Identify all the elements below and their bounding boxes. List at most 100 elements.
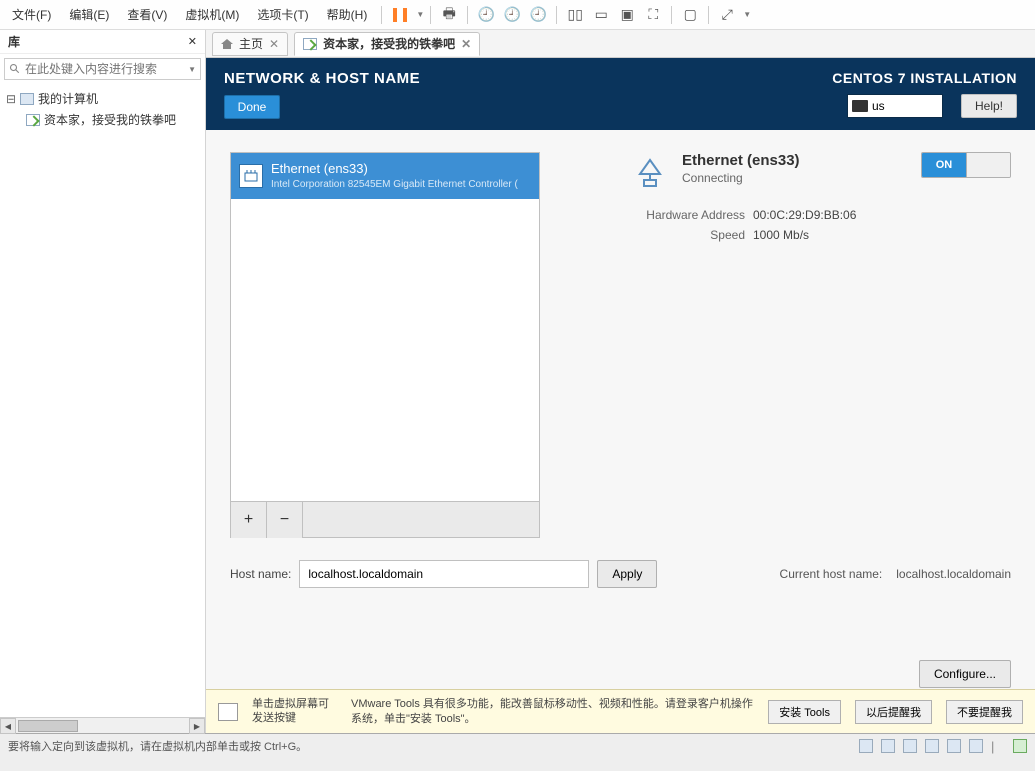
screen-icon bbox=[218, 703, 238, 721]
layout3-icon[interactable]: ▣ bbox=[617, 5, 637, 25]
home-icon bbox=[221, 39, 233, 49]
menu-edit[interactable]: 编辑(E) bbox=[61, 3, 117, 26]
tree-item-label: 资本家，接受我的铁拳吧 bbox=[44, 111, 176, 128]
install-tools-button[interactable]: 安装 Tools bbox=[768, 700, 841, 724]
keyboard-label: us bbox=[872, 99, 885, 113]
tree-item[interactable]: 资本家，接受我的铁拳吧 bbox=[2, 109, 203, 130]
network-list-container: Ethernet (ens33) Intel Corporation 82545… bbox=[230, 152, 540, 538]
clock-icon[interactable]: 🕘 bbox=[476, 5, 496, 25]
apply-button[interactable]: Apply bbox=[597, 560, 657, 588]
separator bbox=[556, 6, 557, 24]
collapse-icon[interactable]: ⊟ bbox=[6, 92, 16, 106]
hostname-label: Host name: bbox=[230, 567, 291, 581]
layout1-icon[interactable]: ▯▯ bbox=[565, 5, 585, 25]
caret-down-icon[interactable]: ▼ bbox=[188, 65, 196, 74]
menu-tabs[interactable]: 选项卡(T) bbox=[249, 3, 316, 26]
fullscreen-icon[interactable]: ⤢ bbox=[717, 5, 737, 25]
network-item-sub: Intel Corporation 82545EM Gigabit Ethern… bbox=[271, 178, 518, 191]
done-button[interactable]: Done bbox=[224, 95, 280, 119]
library-header: 库 ✕ bbox=[0, 30, 205, 54]
tab-home-label: 主页 bbox=[239, 35, 263, 52]
status-message: 要将输入定向到该虚拟机，请在虚拟机内部单击或按 Ctrl+G。 bbox=[8, 738, 307, 754]
scroll-left[interactable]: ◀ bbox=[0, 718, 16, 734]
clock-icon[interactable]: 🕘 bbox=[502, 5, 522, 25]
network-toggle[interactable]: ON bbox=[921, 152, 1011, 178]
scrollbar[interactable]: ◀ ▶ bbox=[0, 717, 205, 733]
scroll-thumb[interactable] bbox=[18, 720, 78, 732]
library-search[interactable]: ▼ bbox=[4, 58, 201, 80]
ethernet-icon bbox=[630, 152, 670, 192]
device-icon[interactable] bbox=[947, 739, 961, 753]
layout4-icon[interactable]: ⛶ bbox=[643, 5, 663, 25]
close-icon[interactable]: ✕ bbox=[188, 35, 197, 48]
help-button[interactable]: Help! bbox=[961, 94, 1017, 118]
hwaddr-value: 00:0C:29:D9:BB:06 bbox=[753, 208, 1011, 222]
menu-view[interactable]: 查看(V) bbox=[119, 3, 175, 26]
snapshot-icon[interactable]: 🖶 bbox=[439, 5, 459, 25]
scroll-right[interactable]: ▶ bbox=[189, 718, 205, 734]
content-area: 主页 ✕ 资本家，接受我的铁拳吧 ✕ NETWORK & HOST NAME D… bbox=[206, 30, 1035, 733]
keyboard-layout[interactable]: us bbox=[847, 94, 943, 118]
tools-desc: VMware Tools 具有很多功能，能改善鼠标移动性、视频和性能。请登录客户… bbox=[351, 697, 754, 727]
hwaddr-label: Hardware Address bbox=[630, 208, 745, 222]
pause-button[interactable] bbox=[390, 5, 410, 25]
separator bbox=[708, 6, 709, 24]
menu-vm[interactable]: 虚拟机(M) bbox=[177, 3, 247, 26]
hostname-input[interactable] bbox=[299, 560, 589, 588]
tab-strip: 主页 ✕ 资本家，接受我的铁拳吧 ✕ bbox=[206, 30, 1035, 58]
tab-vm[interactable]: 资本家，接受我的铁拳吧 ✕ bbox=[294, 32, 480, 56]
tab-home[interactable]: 主页 ✕ bbox=[212, 32, 288, 56]
installer-body: Ethernet (ens33) Intel Corporation 82545… bbox=[206, 130, 1035, 689]
device-icon[interactable] bbox=[881, 739, 895, 753]
toggle-knob bbox=[966, 153, 1010, 177]
current-hostname-label: Current host name: bbox=[780, 567, 883, 581]
menu-bar: 文件(F) 编辑(E) 查看(V) 虚拟机(M) 选项卡(T) 帮助(H) ▼ … bbox=[0, 0, 1035, 30]
device-icon[interactable] bbox=[859, 739, 873, 753]
vmware-tools-bar: 单击虚拟屏幕可发送按键 VMware Tools 具有很多功能，能改善鼠标移动性… bbox=[206, 689, 1035, 733]
page-title: NETWORK & HOST NAME bbox=[224, 70, 420, 87]
device-icon[interactable] bbox=[903, 739, 917, 753]
caret-down-icon[interactable]: ▼ bbox=[416, 10, 424, 19]
device-icon[interactable] bbox=[1013, 739, 1027, 753]
separator bbox=[381, 6, 382, 24]
speed-value: 1000 Mb/s bbox=[753, 228, 1011, 242]
detail-title: Ethernet (ens33) bbox=[682, 152, 800, 169]
search-input[interactable] bbox=[25, 62, 182, 76]
tree-root[interactable]: ⊟ 我的计算机 bbox=[2, 88, 203, 109]
centos-label: CENTOS 7 INSTALLATION bbox=[832, 70, 1017, 86]
never-remind-button[interactable]: 不要提醒我 bbox=[946, 700, 1023, 724]
close-icon[interactable]: ✕ bbox=[461, 37, 471, 51]
separator bbox=[467, 6, 468, 24]
console-icon[interactable]: ▢ bbox=[680, 5, 700, 25]
click-hint: 单击虚拟屏幕可发送按键 bbox=[252, 698, 337, 726]
tab-vm-label: 资本家，接受我的铁拳吧 bbox=[323, 35, 455, 52]
toggle-on-label: ON bbox=[922, 153, 966, 177]
remind-later-button[interactable]: 以后提醒我 bbox=[855, 700, 932, 724]
close-icon[interactable]: ✕ bbox=[269, 37, 279, 51]
ethernet-icon bbox=[239, 164, 263, 188]
tree-root-label: 我的计算机 bbox=[38, 90, 98, 107]
separator: | bbox=[991, 739, 1005, 753]
computer-icon bbox=[20, 93, 34, 105]
status-icons: | bbox=[859, 739, 1027, 753]
device-icon[interactable] bbox=[925, 739, 939, 753]
installer-header: NETWORK & HOST NAME Done CENTOS 7 INSTAL… bbox=[206, 58, 1035, 130]
layout2-icon[interactable]: ▭ bbox=[591, 5, 611, 25]
network-detail: Ethernet (ens33) Connecting ON Hardware … bbox=[550, 152, 1011, 242]
menu-help[interactable]: 帮助(H) bbox=[319, 3, 376, 26]
add-button[interactable]: + bbox=[231, 502, 267, 538]
network-item-ens33[interactable]: Ethernet (ens33) Intel Corporation 82545… bbox=[231, 153, 539, 199]
vm-icon bbox=[26, 114, 40, 126]
library-pane: 库 ✕ ▼ ⊟ 我的计算机 资本家，接受我的铁拳吧 ◀ ▶ bbox=[0, 30, 206, 733]
library-tree: ⊟ 我的计算机 资本家，接受我的铁拳吧 bbox=[0, 84, 205, 717]
remove-button[interactable]: − bbox=[267, 502, 303, 538]
menu-file[interactable]: 文件(F) bbox=[4, 3, 59, 26]
separator bbox=[671, 6, 672, 24]
library-title: 库 bbox=[8, 33, 20, 50]
clock-icon[interactable]: 🕘 bbox=[528, 5, 548, 25]
search-icon bbox=[9, 63, 21, 75]
caret-down-icon[interactable]: ▼ bbox=[743, 10, 751, 19]
configure-button[interactable]: Configure... bbox=[919, 660, 1011, 688]
add-remove-bar: + − bbox=[230, 502, 540, 538]
device-icon[interactable] bbox=[969, 739, 983, 753]
